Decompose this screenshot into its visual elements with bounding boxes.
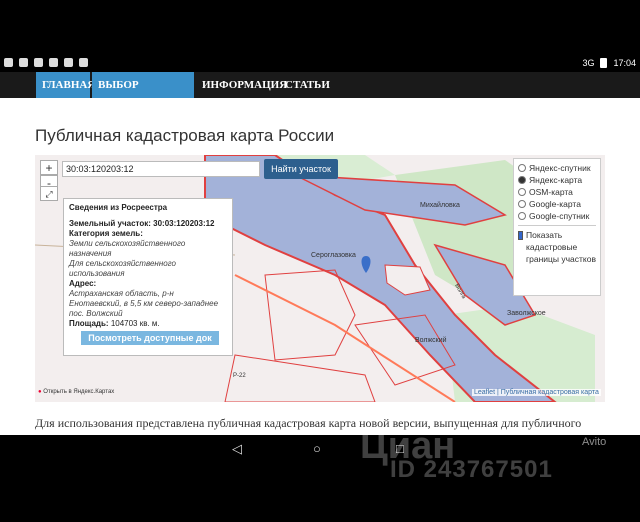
nav-item-label: ГЛАВНАЯ [42, 79, 96, 91]
clock: 17:04 [613, 58, 636, 68]
nav-item-home[interactable]: ГЛАВНАЯ [36, 72, 95, 98]
notification-icon [49, 58, 58, 67]
radio-icon[interactable] [518, 212, 526, 220]
find-parcel-button[interactable]: Найти участок [264, 159, 338, 179]
radio-icon[interactable] [518, 176, 526, 184]
nav-item-label: СТАТЬИ [285, 79, 330, 91]
layer-option[interactable]: Google-спутник [518, 210, 596, 222]
nav-item-articles[interactable]: СТАТЬИ ⌄ [279, 72, 339, 116]
notification-icon [19, 58, 28, 67]
parcel-boundary [224, 354, 376, 402]
nav-item-info[interactable]: ИНФОРМАЦИЯ [196, 72, 287, 98]
zoom-in-button[interactable]: + [40, 160, 58, 175]
open-in-yandex-link[interactable]: ● Открыть в Яндекс.Картах [38, 389, 114, 395]
layer-option[interactable]: Google-карта [518, 198, 596, 210]
battery-icon [600, 58, 608, 68]
notification-icon [4, 58, 13, 67]
popup-header: Сведения из Росреестра [69, 203, 168, 212]
radio-icon[interactable] [518, 200, 526, 208]
cadastral-toggle[interactable]: Показать кадастровые границы участков [518, 229, 596, 265]
map-attribution[interactable]: Leaflet | Публичная кадастровая карта [472, 389, 601, 396]
layer-switcher: Яндекс-спутник Яндекс-карта OSM-карта Go… [513, 158, 601, 296]
cadastral-search-input[interactable] [62, 161, 260, 177]
radio-icon[interactable] [518, 164, 526, 172]
radio-icon[interactable] [518, 188, 526, 196]
body-paragraph: Для использования представлена публичная… [35, 416, 582, 430]
place-label: Михайловка [420, 201, 460, 209]
home-icon[interactable]: ○ [313, 441, 321, 456]
watermark-id: ID 243767501 [390, 456, 553, 483]
top-nav: ГЛАВНАЯ ВЫБОР РЕГИОНА ⌄ ИНФОРМАЦИЯ СТАТЬ… [0, 72, 640, 117]
parcel-boundary [264, 269, 356, 361]
status-bar: 3G 17:04 [0, 55, 640, 72]
network-type: 3G [582, 58, 595, 68]
place-label: Сероглазовка [311, 252, 356, 259]
use-value: Для сельскохозяйственного использования [69, 259, 176, 278]
notification-icon [64, 58, 73, 67]
place-label: Волжский [415, 336, 447, 344]
category-value: Земли сельскохозяйственного назначения [69, 239, 186, 258]
notification-icons [4, 58, 88, 67]
road-label: Р-22 [233, 373, 246, 379]
back-icon[interactable]: ◁ [232, 441, 242, 457]
fullscreen-icon[interactable]: ⤢ [40, 186, 58, 201]
view-documents-button[interactable]: Посмотреть доступные док [81, 331, 219, 345]
page-title: Публичная кадастровая карта России [35, 126, 335, 145]
category-label: Категория земель: [69, 229, 143, 238]
layer-option[interactable]: Яндекс-спутник [518, 162, 596, 174]
layer-option[interactable]: Яндекс-карта [518, 174, 596, 186]
checkbox-icon[interactable] [518, 231, 524, 240]
parcel-info-popup: Сведения из Росреестра Земельный участок… [63, 198, 233, 356]
address-label: Адрес: [69, 279, 97, 288]
notification-icon [79, 58, 88, 67]
avito-watermark: Avito [582, 436, 607, 448]
notification-icon [34, 58, 43, 67]
address-value: Астраханская область, р-н Енотаевский, в… [69, 289, 219, 318]
place-label: Заволжское [507, 310, 546, 317]
nav-item-label: ИНФОРМАЦИЯ [202, 79, 288, 91]
area: Площадь: 104703 кв. м. [69, 319, 160, 328]
layer-option[interactable]: OSM-карта [518, 186, 596, 198]
parcel-number: Земельный участок: 30:03:120203:12 [69, 219, 215, 228]
nav-item-region[interactable]: ВЫБОР РЕГИОНА ⌄ [92, 72, 194, 117]
